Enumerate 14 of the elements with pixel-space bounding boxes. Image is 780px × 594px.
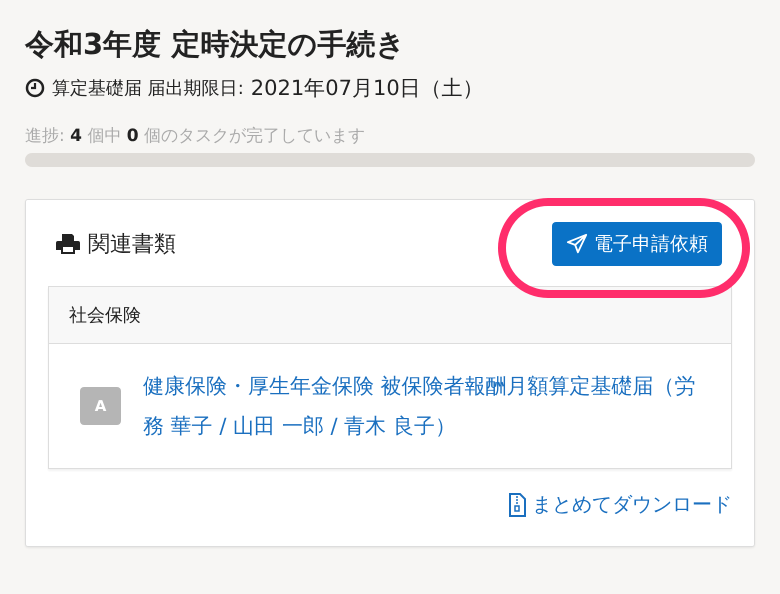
group-heading: 社会保険 bbox=[49, 287, 731, 344]
paper-plane-icon bbox=[566, 233, 588, 255]
printer-icon bbox=[56, 233, 80, 255]
document-link[interactable]: 健康保険・厚生年金保険 被保険者報酬月額算定基礎届（労務 華子 / 山田 一郎 / 青木 良子） bbox=[143, 366, 703, 446]
deadline-label: 算定基礎届 届出期限日: bbox=[52, 77, 244, 100]
download-all-link[interactable]: まとめてダウンロード bbox=[508, 491, 732, 518]
card-title: 関連書類 bbox=[88, 231, 176, 259]
document-badge: A bbox=[80, 387, 121, 425]
clock-icon bbox=[25, 78, 45, 98]
page-title: 令和3年度 定時決定の手続き bbox=[25, 26, 406, 63]
e-application-button[interactable]: 電子申請依頼 bbox=[552, 222, 722, 266]
zip-file-icon bbox=[508, 492, 526, 516]
progress-text: 進捗: 4 個中 0 個のタスクが完了しています bbox=[25, 125, 366, 147]
deadline-date: 2021年07月10日（土） bbox=[250, 75, 484, 102]
